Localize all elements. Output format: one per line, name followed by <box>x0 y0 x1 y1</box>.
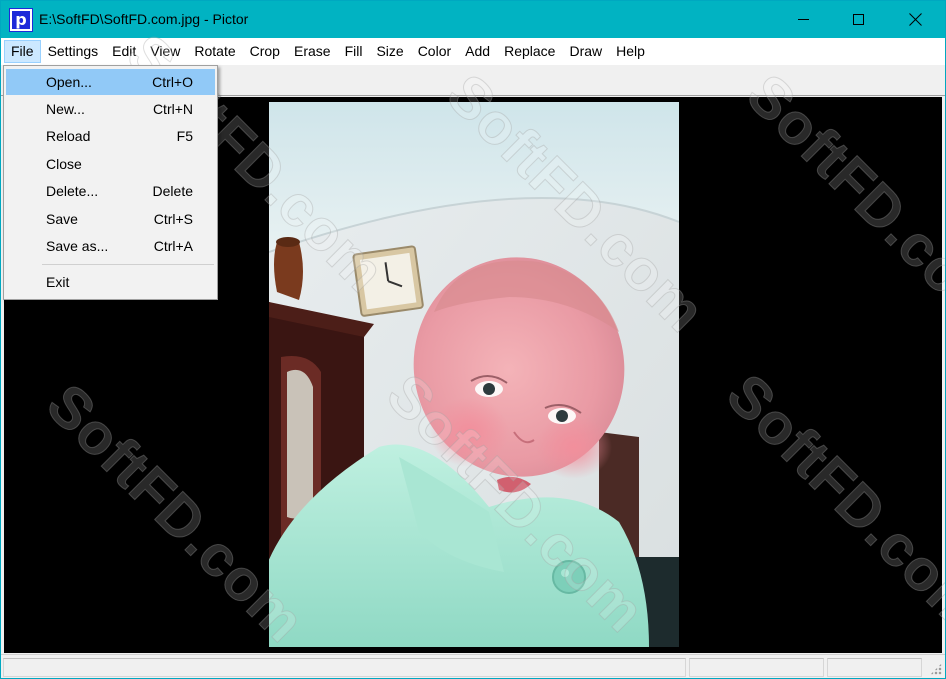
file-menu-item-save[interactable]: Save Ctrl+S <box>6 206 215 232</box>
menu-item-label: Delete... <box>46 183 99 199</box>
close-button[interactable] <box>892 1 938 38</box>
file-menu-item-new[interactable]: New... Ctrl+N <box>6 96 215 122</box>
menu-item-label: Open... <box>46 74 92 90</box>
menu-item-shortcut: Delete <box>152 183 193 199</box>
menu-add[interactable]: Add <box>458 40 497 63</box>
menu-bar: File Settings Edit View Rotate Crop Eras… <box>1 38 945 65</box>
pictor-app-icon[interactable]: p <box>9 8 33 32</box>
menu-view[interactable]: View <box>143 40 187 63</box>
menu-file[interactable]: File <box>4 40 41 63</box>
menu-rotate[interactable]: Rotate <box>187 40 242 63</box>
title-bar[interactable]: p E:\SoftFD\SoftFD.com.jpg - Pictor <box>1 1 945 38</box>
menu-draw[interactable]: Draw <box>562 40 609 63</box>
file-menu-item-delete[interactable]: Delete... Delete <box>6 178 215 204</box>
menu-item-shortcut: Ctrl+N <box>152 101 193 117</box>
menu-item-label: Exit <box>46 274 70 290</box>
close-icon <box>909 13 922 26</box>
file-menu-item-open[interactable]: Open... Ctrl+O <box>6 69 215 95</box>
app-icon-letter: p <box>15 10 27 29</box>
menu-edit[interactable]: Edit <box>105 40 143 63</box>
menu-erase[interactable]: Erase <box>287 40 338 63</box>
menu-fill[interactable]: Fill <box>338 40 370 63</box>
minimize-icon <box>797 19 809 20</box>
file-menu-item-exit[interactable]: Exit <box>6 269 215 295</box>
status-pane <box>689 658 824 677</box>
file-menu-dropdown: Open... Ctrl+O New... Ctrl+N Reload F5 C… <box>3 65 218 300</box>
file-menu-item-save-as[interactable]: Save as... Ctrl+A <box>6 233 215 259</box>
menu-size[interactable]: Size <box>369 40 410 63</box>
window-title: E:\SoftFD\SoftFD.com.jpg - Pictor <box>39 11 249 27</box>
status-pane <box>827 658 922 677</box>
file-menu-item-close[interactable]: Close <box>6 151 215 177</box>
menu-help[interactable]: Help <box>609 40 652 63</box>
menu-item-shortcut: Ctrl+A <box>153 238 193 254</box>
menu-color[interactable]: Color <box>411 40 458 63</box>
menu-crop[interactable]: Crop <box>243 40 287 63</box>
displayed-photo[interactable] <box>269 102 679 647</box>
menu-settings[interactable]: Settings <box>41 40 106 63</box>
maximize-icon <box>852 14 864 25</box>
maximize-button[interactable] <box>835 1 881 38</box>
menu-item-shortcut: F5 <box>176 128 193 144</box>
file-menu-item-reload[interactable]: Reload F5 <box>6 123 215 149</box>
status-bar <box>1 654 945 678</box>
menu-separator <box>42 264 214 265</box>
status-pane <box>3 658 686 677</box>
resize-grip-icon[interactable] <box>930 663 942 675</box>
menu-item-shortcut: Ctrl+S <box>153 211 193 227</box>
menu-replace[interactable]: Replace <box>497 40 562 63</box>
baby-photo-image <box>269 102 679 647</box>
menu-item-shortcut: Ctrl+O <box>152 74 193 90</box>
menu-item-label: Save as... <box>46 238 109 254</box>
menu-item-label: Reload <box>46 128 91 144</box>
menu-item-label: Save <box>46 211 78 227</box>
menu-item-label: New... <box>46 101 85 117</box>
app-window: p E:\SoftFD\SoftFD.com.jpg - Pictor File… <box>0 0 946 679</box>
menu-item-label: Close <box>46 156 82 172</box>
minimize-button[interactable] <box>780 1 826 38</box>
